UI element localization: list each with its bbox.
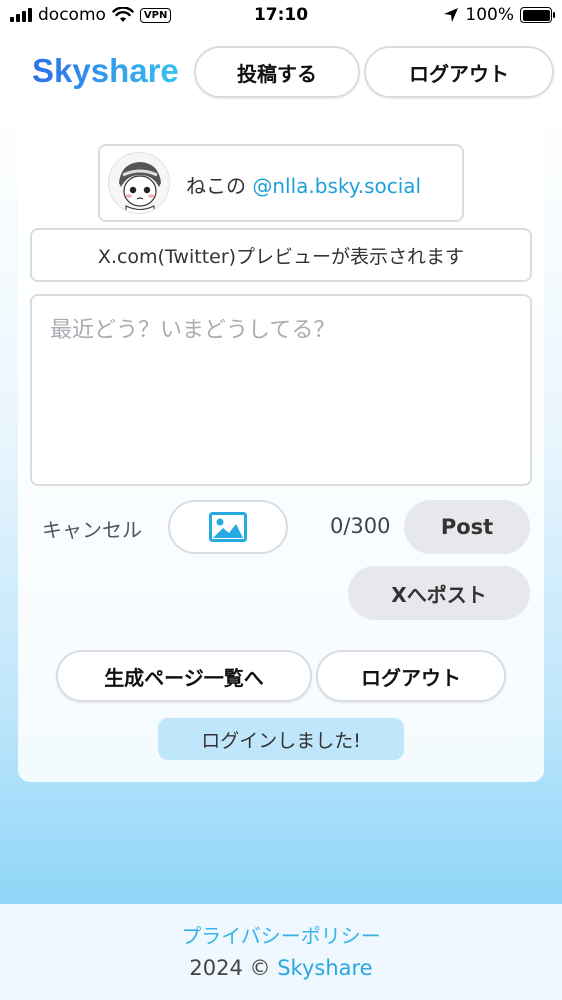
- app-logo[interactable]: Skyshare: [32, 52, 179, 90]
- composer-card: ねこの @nlla.bsky.social X.com(Twitter)プレビュ…: [18, 132, 544, 782]
- logout-button[interactable]: ログアウト: [316, 650, 506, 702]
- battery-percent: 100%: [465, 5, 514, 25]
- user-name-line: ねこの @nlla.bsky.social: [186, 170, 421, 199]
- footer-brand-link[interactable]: Skyshare: [277, 956, 372, 980]
- header-post-button[interactable]: 投稿する: [194, 46, 360, 98]
- post-to-x-button[interactable]: Xへポスト: [348, 566, 530, 620]
- copyright: 2024 © Skyshare: [0, 956, 562, 980]
- generated-pages-button[interactable]: 生成ページ一覧へ: [56, 650, 312, 702]
- footer: プライバシーポリシー 2024 © Skyshare: [0, 904, 562, 1000]
- header-logout-button[interactable]: ログアウト: [364, 46, 554, 98]
- app-header: Skyshare 投稿する ログアウト: [0, 32, 562, 114]
- battery-icon: [520, 7, 555, 23]
- main-area: ねこの @nlla.bsky.social X.com(Twitter)プレビュ…: [0, 114, 562, 904]
- copyright-text: 2024 ©: [189, 956, 278, 980]
- x-preview-box: X.com(Twitter)プレビューが表示されます: [30, 228, 532, 282]
- user-display-name: ねこの: [186, 174, 246, 198]
- cancel-button[interactable]: キャンセル: [42, 514, 142, 543]
- status-right: 100%: [443, 5, 555, 25]
- image-icon: [209, 512, 247, 542]
- post-button[interactable]: Post: [404, 500, 530, 554]
- user-handle[interactable]: @nlla.bsky.social: [252, 174, 421, 198]
- privacy-policy-link[interactable]: プライバシーポリシー: [0, 920, 562, 949]
- location-arrow-icon: [444, 8, 459, 22]
- login-toast: ログインしました!: [158, 718, 404, 760]
- add-image-button[interactable]: [168, 500, 288, 554]
- user-info: ねこの @nlla.bsky.social: [98, 144, 464, 222]
- post-text-input[interactable]: 最近どう？いまどうしてる？: [30, 294, 532, 486]
- status-bar: docomo VPN 17:10 100%: [0, 0, 562, 32]
- char-counter: 0/300: [330, 514, 391, 538]
- avatar-drawing-icon: [109, 153, 169, 213]
- avatar: [108, 152, 170, 214]
